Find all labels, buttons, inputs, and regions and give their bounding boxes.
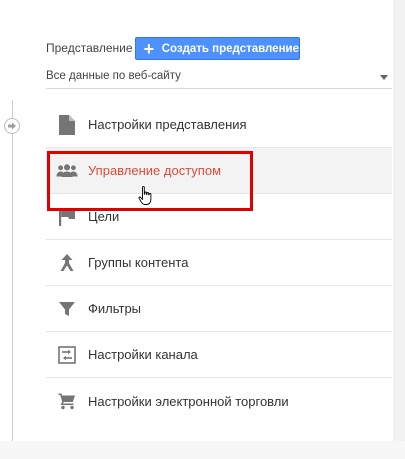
cart-icon <box>56 390 78 412</box>
content-groups-icon <box>56 252 78 274</box>
menu-item-label: Группы контента <box>88 255 189 270</box>
menu-item-view-settings[interactable]: Настройки представления <box>46 102 392 148</box>
plus-icon: + <box>143 38 155 59</box>
view-select[interactable]: Все данные по веб-сайту <box>46 65 392 89</box>
filter-icon <box>56 298 78 320</box>
scrollbar-track[interactable] <box>393 0 405 459</box>
menu-item-label: Цели <box>88 209 120 224</box>
menu-item-access-management[interactable]: Управление доступом <box>46 148 392 194</box>
menu-item-goals[interactable]: Цели <box>46 194 392 240</box>
menu-item-label: Настройки электронной торговли <box>88 393 289 409</box>
flag-icon <box>56 206 78 228</box>
dropdown-arrow-icon <box>380 75 388 80</box>
channel-settings-icon <box>56 344 78 366</box>
menu-item-label: Управление доступом <box>88 163 222 178</box>
view-select-value: Все данные по веб-сайту <box>46 70 181 82</box>
hand-cursor-icon <box>138 186 154 211</box>
create-view-button[interactable]: + Создать представление <box>135 37 300 60</box>
arrow-right-icon[interactable] <box>4 118 20 134</box>
menu-item-label: Настройки представления <box>88 117 247 132</box>
menu-item-ecommerce-settings[interactable]: Настройки электронной торговли <box>46 378 392 424</box>
view-label: Представление <box>46 41 133 55</box>
view-settings-panel: Представление + Создать представление Вс… <box>0 0 405 459</box>
column-divider <box>12 100 13 441</box>
document-icon <box>56 114 78 136</box>
menu-item-filters[interactable]: Фильтры <box>46 286 392 332</box>
create-view-button-label: Создать представление <box>161 42 299 55</box>
users-icon <box>56 160 78 182</box>
bottom-edge <box>0 441 405 459</box>
menu-item-label: Фильтры <box>88 301 142 316</box>
view-settings-menu: Настройки представления Управление досту… <box>46 102 392 424</box>
menu-item-channel-settings[interactable]: Настройки канала <box>46 332 392 378</box>
menu-item-content-groups[interactable]: Группы контента <box>46 240 392 286</box>
menu-item-label: Настройки канала <box>88 347 198 362</box>
